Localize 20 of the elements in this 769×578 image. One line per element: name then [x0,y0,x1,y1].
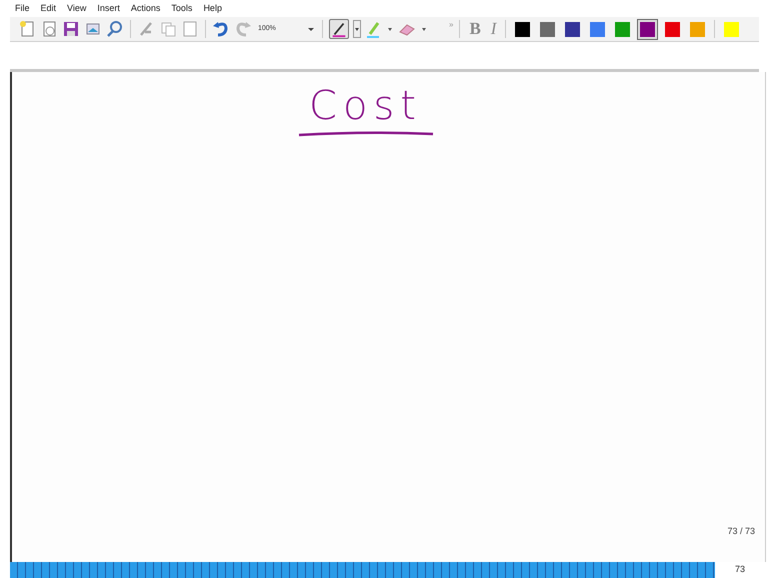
dropdown-caret-icon[interactable] [353,20,361,38]
menu-item[interactable]: Tools [171,2,192,16]
page-indicator: 73 / 73 [727,524,755,538]
menu-item[interactable]: Insert [97,2,120,16]
menu-item[interactable]: Actions [130,2,160,16]
menu-item[interactable]: Edit [40,2,56,16]
new-note-icon[interactable] [18,20,36,38]
menu-item[interactable]: Help [203,2,222,16]
copy-icon[interactable] [159,20,177,38]
color-swatch[interactable] [637,18,658,40]
page-number: 73 [735,563,746,576]
search-icon[interactable] [106,20,124,38]
menu-item[interactable]: File [15,2,30,16]
pen-icon[interactable] [329,19,349,39]
caret-icon [308,28,314,30]
undo-icon[interactable] [212,20,230,38]
page-bar[interactable] [10,562,715,578]
save-icon[interactable] [62,20,80,38]
handwritten-heading: Cost [309,82,422,130]
menu-item[interactable]: View [67,2,86,16]
